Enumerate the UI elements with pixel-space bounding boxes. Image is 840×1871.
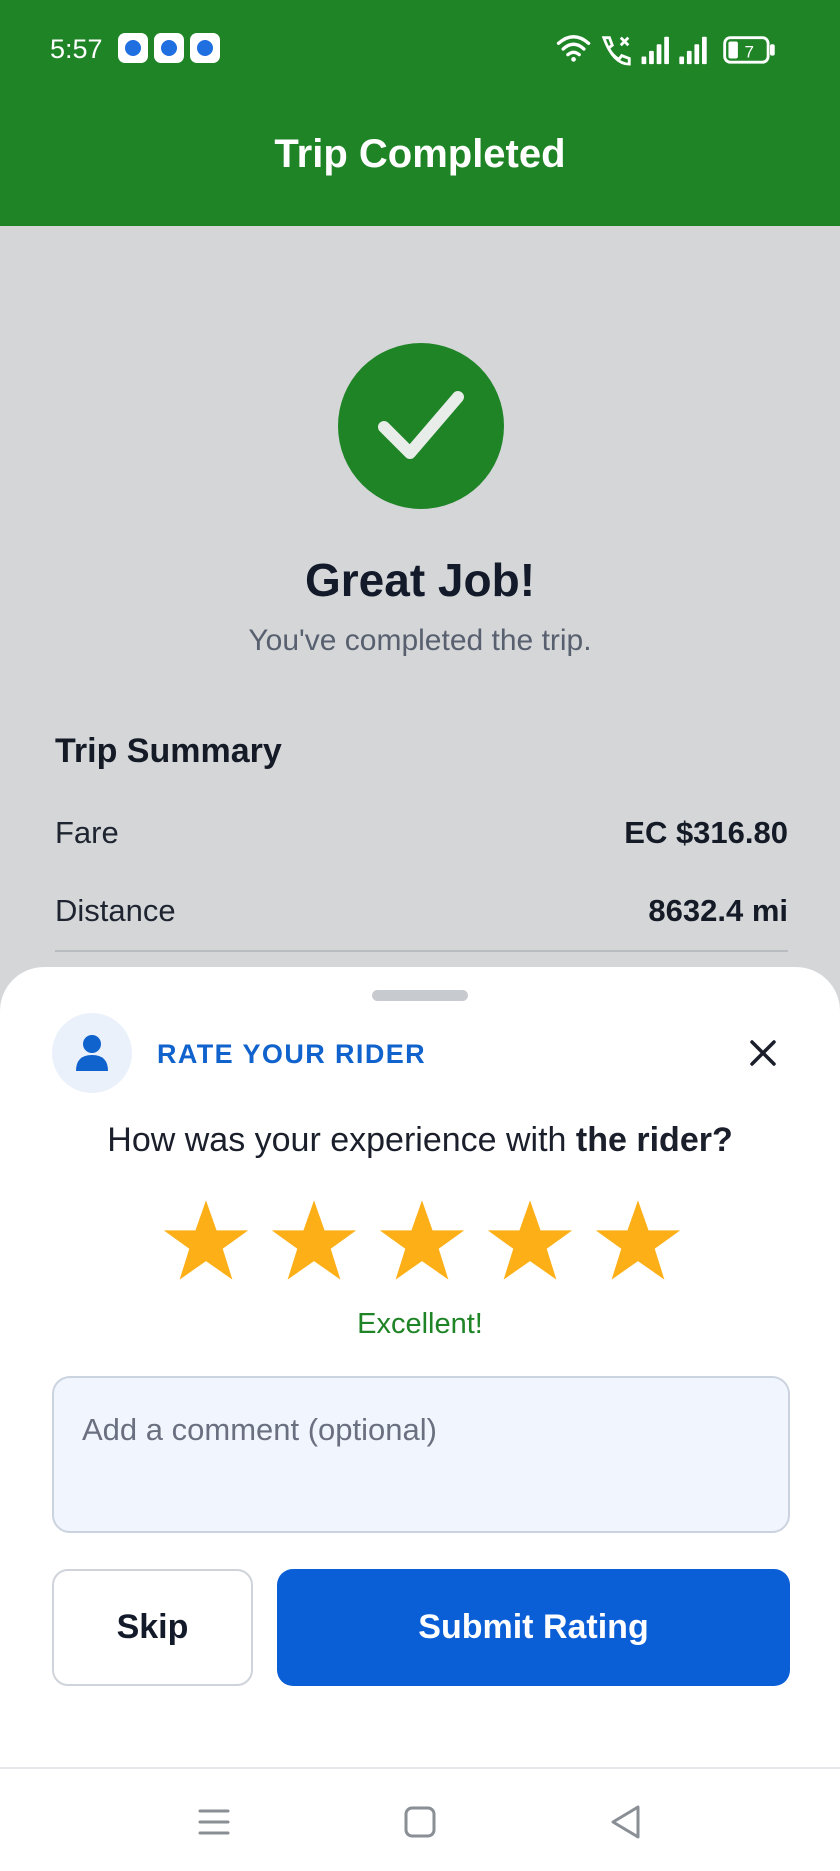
menu-icon [198, 1809, 230, 1835]
wifi-icon [556, 35, 591, 62]
checkmark-icon [378, 391, 464, 459]
signal-icon [679, 36, 707, 65]
distance-value: 8632.4 mi [648, 893, 788, 928]
menu-button[interactable] [194, 1802, 234, 1842]
sheet-drag-handle[interactable] [372, 990, 468, 1001]
page-title: Trip Completed [274, 132, 566, 176]
star-icon[interactable] [270, 1197, 358, 1283]
person-icon [76, 1035, 108, 1071]
call-icon [601, 36, 631, 66]
messenger-icon [154, 33, 184, 63]
summary-row-fare: Fare EC $316.80 [55, 815, 788, 859]
success-badge [338, 343, 504, 509]
rating-question: How was your experience with the rider? [0, 1121, 840, 1160]
skip-button[interactable]: Skip [52, 1569, 253, 1686]
summary-divider [55, 950, 788, 952]
close-icon [750, 1040, 776, 1066]
system-status-icons: 7 [556, 35, 775, 66]
question-emphasis: the rider? [575, 1121, 733, 1159]
status-time: 5:57 [50, 34, 103, 64]
messenger-icon [118, 33, 148, 63]
rate-your-rider-label: RATE YOUR RIDER [157, 1039, 427, 1069]
rating-feedback-text: Excellent! [357, 1308, 483, 1340]
question-text: How was your experience with [107, 1121, 576, 1159]
star-icon[interactable] [162, 1197, 250, 1283]
battery-level: 7 [744, 43, 753, 62]
app-notification-icon [190, 33, 220, 63]
rider-avatar [52, 1013, 132, 1093]
back-icon [611, 1805, 640, 1839]
rating-bottom-sheet: RATE YOUR RIDER How was your experience … [0, 967, 840, 1767]
fare-label: Fare [55, 815, 119, 850]
star-icon[interactable] [378, 1197, 466, 1283]
system-nav-bar [0, 1767, 840, 1871]
summary-row-distance: Distance 8632.4 mi [55, 893, 788, 937]
home-button[interactable] [400, 1802, 440, 1842]
comment-input[interactable] [52, 1376, 790, 1533]
star-icon[interactable] [486, 1197, 574, 1283]
completion-title: Great Job! [304, 554, 536, 606]
home-icon [404, 1806, 436, 1838]
star-rating [162, 1197, 682, 1287]
star-icon[interactable] [594, 1197, 682, 1283]
completion-subtitle: You've completed the trip. [248, 624, 592, 657]
close-button[interactable] [738, 1028, 788, 1078]
distance-label: Distance [55, 893, 176, 928]
fare-value: EC $316.80 [624, 815, 788, 850]
submit-rating-button[interactable]: Submit Rating [277, 1569, 790, 1686]
back-button[interactable] [606, 1802, 646, 1842]
signal-icon [641, 36, 669, 65]
trip-summary-title: Trip Summary [55, 732, 282, 770]
app-header: 5:57 7 Trip Completed [0, 0, 840, 226]
